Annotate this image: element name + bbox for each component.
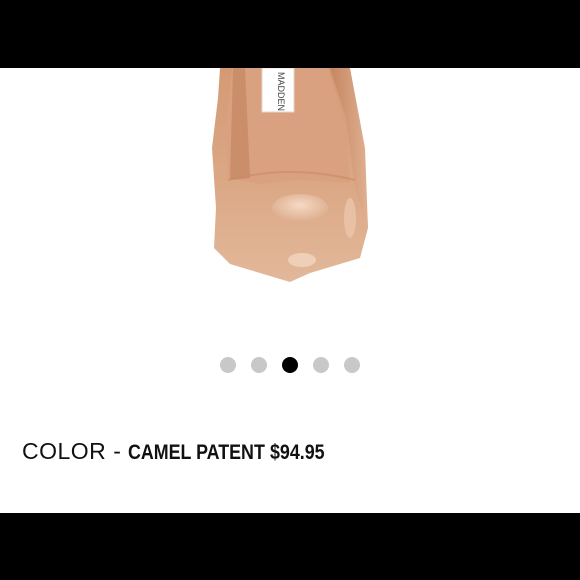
toe-tip-highlight <box>288 253 316 267</box>
side-highlight <box>344 198 356 238</box>
brand-label-text: MADDEN <box>276 72 286 111</box>
toe-highlight <box>272 194 328 222</box>
letterbox-top <box>0 0 580 68</box>
image-carousel-dots <box>0 355 580 375</box>
product-price: $94.95 <box>269 441 325 464</box>
product-image[interactable]: MADDEN <box>150 68 430 308</box>
carousel-dot-5[interactable] <box>344 357 360 373</box>
letterbox-bottom <box>0 513 580 580</box>
color-separator: - <box>113 438 121 464</box>
screenshot-frame: MADDEN COLOR - CAMEL PATENT $94.95 <box>0 0 580 580</box>
carousel-dot-1[interactable] <box>220 357 236 373</box>
product-info-row: COLOR - CAMEL PATENT $94.95 <box>22 438 334 465</box>
color-label: COLOR <box>22 438 107 464</box>
product-view: MADDEN COLOR - CAMEL PATENT $94.95 <box>0 68 580 513</box>
carousel-dot-4[interactable] <box>313 357 329 373</box>
carousel-dot-2[interactable] <box>251 357 267 373</box>
carousel-dot-3-active[interactable] <box>282 357 298 373</box>
color-value: CAMEL PATENT <box>127 441 265 464</box>
